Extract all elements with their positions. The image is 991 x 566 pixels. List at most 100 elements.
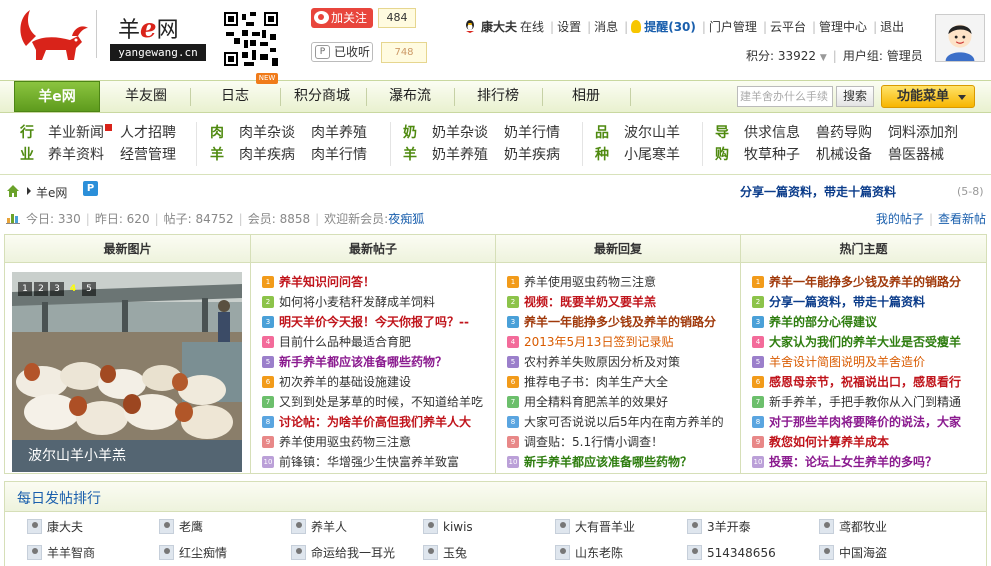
ranking-user-link[interactable]: 中国海盗 — [819, 544, 887, 562]
ranking-user-link[interactable]: 羊羊智商 — [27, 544, 95, 562]
latest_posts-row[interactable]: 6 初次养羊的基础设施建设 — [262, 372, 490, 392]
ranking-user-link[interactable]: 红尘痴情 — [159, 544, 227, 562]
category-link-meat-talk[interactable]: 肉羊杂谈 — [239, 122, 295, 144]
nav-tab-home[interactable]: 羊e网 — [14, 81, 100, 112]
latest_replies-title-link[interactable]: 大家可否说说以后5年内在南方养羊的 — [524, 415, 724, 429]
ranking-user-link[interactable]: 养羊人 — [291, 518, 347, 536]
latest_replies-title-link[interactable]: 2013年5月13日签到记录贴 — [524, 335, 673, 349]
hot_topics-row[interactable]: 1 养羊一年能挣多少钱及养羊的销路分 — [752, 272, 982, 292]
tencent-listen-button[interactable]: P 已收听 — [311, 42, 373, 62]
search-input[interactable]: 建羊舍办什么手续 — [737, 86, 833, 107]
latest_replies-row[interactable]: 7 用全精料育肥羔羊的效果好 — [507, 392, 735, 412]
view-new-posts-link[interactable]: 查看新帖 — [938, 212, 986, 226]
ranking-user-link[interactable]: 老鹰 — [159, 518, 203, 536]
hot_topics-title-link[interactable]: 投票：论坛上女生养羊的多吗？ — [769, 455, 937, 469]
ranking-user-link[interactable]: 鸢都牧业 — [819, 518, 887, 536]
hot_topics-title-link[interactable]: 分享一篇资料，带走十篇资料 — [769, 295, 925, 309]
promo-link[interactable]: 分享一篇资料，带走十篇资料 — [740, 183, 896, 200]
messages-link[interactable]: 消息 — [594, 20, 618, 34]
latest_replies-title-link[interactable]: 视频：既要羊奶又要羊羔 — [524, 295, 656, 309]
image-slideshow[interactable]: 12345 波尔山羊小羊羔 — [12, 272, 242, 472]
latest_posts-title-link[interactable]: 养羊知识问问答！ — [279, 275, 375, 289]
latest_posts-title-link[interactable]: 养羊使用驱虫药物三注意 — [279, 435, 411, 449]
search-button[interactable]: 搜索 — [836, 86, 874, 107]
hot_topics-title-link[interactable]: 教您如何计算养羊成本 — [769, 435, 889, 449]
hot_topics-row[interactable]: 3 养羊的部分心得建议 — [752, 312, 982, 332]
category-link-meat-breeding[interactable]: 肉羊养殖 — [311, 122, 367, 144]
p-badge-icon[interactable]: P — [83, 181, 98, 196]
category-link-recruitment[interactable]: 人才招聘 — [120, 122, 176, 144]
latest_posts-title-link[interactable]: 目前什么品种最适合育肥 — [279, 335, 411, 349]
hot_topics-title-link[interactable]: 养羊一年能挣多少钱及养羊的销路分 — [769, 275, 961, 289]
slide-page-button[interactable]: 5 — [82, 282, 96, 296]
latest_replies-row[interactable]: 8 大家可否说说以后5年内在南方养羊的 — [507, 412, 735, 432]
hot_topics-title-link[interactable]: 感恩母亲节，祝福说出口，感恩看行 — [769, 375, 961, 389]
latest_posts-row[interactable]: 5 新手养羊都应该准备哪些药物？ — [262, 352, 490, 372]
latest_replies-row[interactable]: 5 农村养羊失败原因分析及对策 — [507, 352, 735, 372]
ranking-user-link[interactable]: 514348656 — [687, 544, 776, 562]
hot_topics-row[interactable]: 2 分享一篇资料，带走十篇资料 — [752, 292, 982, 312]
hot_topics-title-link[interactable]: 对于那些羊肉将要降价的说法，大家 — [769, 415, 961, 429]
category-link-sheep-materials[interactable]: 养羊资料 — [48, 144, 104, 166]
latest_replies-title-link[interactable]: 调查贴：5.1行情小调查！ — [524, 435, 663, 449]
latest_posts-title-link[interactable]: 又到到处是茅草的时候，不知道给羊吃 — [279, 395, 483, 409]
latest_replies-row[interactable]: 2 视频：既要羊奶又要羊羔 — [507, 292, 735, 312]
category-link-vet-drug-guide[interactable]: 兽药导购 — [816, 122, 872, 144]
nav-tab-waterfall[interactable]: 瀑布流 — [368, 81, 452, 112]
latest_posts-row[interactable]: 2 如何将小麦秸秆发酵成羊饲料 — [262, 292, 490, 312]
category-link-dairy-talk[interactable]: 奶羊杂谈 — [432, 122, 488, 144]
category-link-dairy-market[interactable]: 奶羊行情 — [504, 122, 560, 144]
online-status[interactable]: 在线 — [520, 20, 544, 34]
category-link-forage-seed[interactable]: 牧草种子 — [744, 144, 800, 166]
function-menu-button[interactable]: 功能菜单 — [881, 85, 975, 108]
ranking-user-link[interactable]: kiwis — [423, 518, 473, 536]
latest_posts-row[interactable]: 4 目前什么品种最适合育肥 — [262, 332, 490, 352]
latest_replies-title-link[interactable]: 农村养羊失败原因分析及对策 — [524, 355, 680, 369]
newest-member-link[interactable]: 夜痴狐 — [388, 212, 424, 226]
category-link-management[interactable]: 经营管理 — [120, 144, 176, 166]
nav-tab-album[interactable]: 相册 — [544, 81, 628, 112]
category-link-boer-goat[interactable]: 波尔山羊 — [624, 122, 680, 144]
hot_topics-title-link[interactable]: 新手养羊，手把手教你从入门到精通 — [769, 395, 961, 409]
user-group-link[interactable]: 用户组: 管理员 — [843, 49, 923, 63]
hot_topics-title-link[interactable]: 大家认为我们的养羊大业是否受瘦羊 — [769, 335, 961, 349]
category-link-dairy-disease[interactable]: 奶羊疾病 — [504, 144, 560, 166]
hot_topics-row[interactable]: 6 感恩母亲节，祝福说出口，感恩看行 — [752, 372, 982, 392]
slide-page-button[interactable]: 3 — [50, 282, 64, 296]
category-link-small-tail-han[interactable]: 小尾寒羊 — [624, 144, 680, 166]
latest_replies-row[interactable]: 3 养羊一年能挣多少钱及养羊的销路分 — [507, 312, 735, 332]
chevron-down-icon[interactable]: ▼ — [820, 53, 827, 63]
hot_topics-row[interactable]: 7 新手养羊，手把手教你从入门到精通 — [752, 392, 982, 412]
slide-page-button[interactable]: 2 — [34, 282, 48, 296]
hot_topics-row[interactable]: 5 羊舍设计简图说明及羊舍造价 — [752, 352, 982, 372]
latest_posts-row[interactable]: 10 前锋镇：华增强少生快富养羊致富 — [262, 452, 490, 472]
latest_replies-row[interactable]: 10 新手养羊都应该准备哪些药物？ — [507, 452, 735, 472]
ranking-user-link[interactable]: 康大夫 — [27, 518, 83, 536]
category-link-meat-disease[interactable]: 肉羊疾病 — [239, 144, 295, 166]
nav-tab-blog[interactable]: 日志 — [192, 81, 278, 112]
logout-link[interactable]: 退出 — [880, 20, 904, 34]
latest_posts-row[interactable]: 1 养羊知识问问答！ — [262, 272, 490, 292]
ranking-user-link[interactable]: 大有晋羊业 — [555, 518, 635, 536]
site-logo-text[interactable]: 羊e网 — [118, 12, 179, 44]
slide-caption[interactable]: 波尔山羊小羊羔 — [12, 440, 242, 472]
nav-tab-ranking[interactable]: 排行榜 — [456, 81, 540, 112]
latest_replies-row[interactable]: 9 调查贴：5.1行情小调查！ — [507, 432, 735, 452]
category-link-industry-news[interactable]: 羊业新闻 — [48, 122, 112, 144]
category-link-supply-demand[interactable]: 供求信息 — [744, 122, 800, 144]
category-link-machinery[interactable]: 机械设备 — [816, 144, 872, 166]
admin-center-link[interactable]: 管理中心 — [819, 20, 867, 34]
latest_posts-title-link[interactable]: 新手养羊都应该准备哪些药物？ — [279, 355, 447, 369]
ranking-user-link[interactable]: 玉兔 — [423, 544, 467, 562]
goat-logo-icon[interactable] — [12, 6, 92, 64]
nav-tab-points-mall[interactable]: 积分商城 — [282, 81, 362, 112]
latest_posts-title-link[interactable]: 初次养羊的基础设施建设 — [279, 375, 411, 389]
latest_replies-title-link[interactable]: 养羊使用驱虫药物三注意 — [524, 275, 656, 289]
latest_replies-title-link[interactable]: 新手养羊都应该准备哪些药物？ — [524, 455, 692, 469]
latest_replies-title-link[interactable]: 养羊一年能挣多少钱及养羊的销路分 — [524, 315, 716, 329]
hot_topics-row[interactable]: 4 大家认为我们的养羊大业是否受瘦羊 — [752, 332, 982, 352]
latest_posts-title-link[interactable]: 前锋镇：华增强少生快富养羊致富 — [279, 455, 459, 469]
slide-page-button[interactable]: 1 — [18, 282, 32, 296]
hot_topics-row[interactable]: 8 对于那些羊肉将要降价的说法，大家 — [752, 412, 982, 432]
cloud-platform-link[interactable]: 云平台 — [770, 20, 806, 34]
